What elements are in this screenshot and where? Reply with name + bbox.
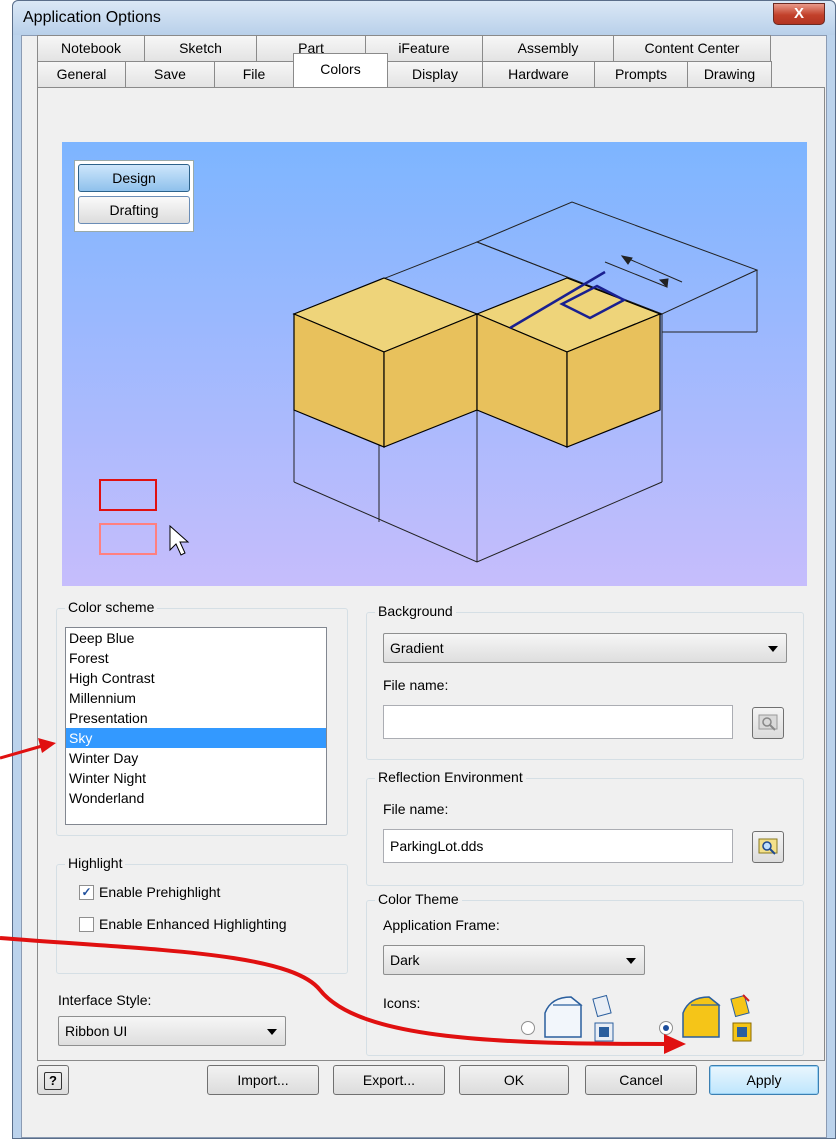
tab-row-1: Notebook Sketch Part iFeature Assembly C… (37, 35, 771, 61)
tab-file[interactable]: File (214, 61, 294, 87)
preview-model-graphic (99, 201, 759, 563)
color-icon-set-icon (682, 994, 752, 1042)
tab-sketch[interactable]: Sketch (144, 35, 257, 61)
close-button[interactable]: X (773, 3, 825, 25)
title-bar[interactable]: Application Options X (13, 1, 835, 35)
chevron-down-icon (768, 646, 778, 652)
icons-color-radio[interactable] (659, 1021, 673, 1035)
list-item[interactable]: Winter Day (66, 748, 326, 768)
tab-hardware[interactable]: Hardware (482, 61, 595, 87)
tab-colors[interactable]: Colors (293, 53, 388, 87)
prehighlight-checkbox[interactable]: ✓ (79, 885, 94, 900)
list-item[interactable]: Wonderland (66, 788, 326, 808)
list-item[interactable]: Forest (66, 648, 326, 668)
application-options-window: Application Options X Notebook Sketch Pa… (12, 0, 836, 1139)
list-item-selected[interactable]: Sky (66, 728, 326, 748)
import-button[interactable]: Import... (207, 1065, 319, 1095)
help-icon: ? (44, 1072, 62, 1090)
background-file-label: File name: (383, 677, 449, 693)
tab-row-2: General Save File Colors Display Hardwar… (37, 53, 772, 87)
list-item[interactable]: Millennium (66, 688, 326, 708)
color-scheme-group: Color scheme Deep Blue Forest High Contr… (56, 599, 348, 836)
tab-general[interactable]: General (37, 61, 126, 87)
color-theme-title: Color Theme (375, 891, 462, 907)
interface-style-dropdown[interactable]: Ribbon UI (58, 1016, 286, 1046)
mouse-cursor-icon (169, 524, 190, 556)
prehighlight-label: Enable Prehighlight (99, 884, 221, 900)
chevron-down-icon (267, 1029, 277, 1035)
reflection-browse-button[interactable] (752, 831, 784, 863)
list-item[interactable]: Presentation (66, 708, 326, 728)
interface-style-label: Interface Style: (58, 992, 152, 1008)
tab-notebook[interactable]: Notebook (37, 35, 145, 61)
tab-content-center[interactable]: Content Center (613, 35, 771, 61)
tab-prompts[interactable]: Prompts (594, 61, 688, 87)
color-scheme-title: Color scheme (65, 599, 158, 615)
colors-panel: Design Drafting Color scheme Deep Blue F… (37, 87, 825, 1061)
chevron-down-icon (626, 958, 636, 964)
reflection-environment-title: Reflection Environment (375, 769, 526, 785)
cancel-button[interactable]: Cancel (585, 1065, 697, 1095)
background-browse-button[interactable] (752, 707, 784, 739)
application-frame-value: Dark (390, 952, 420, 968)
background-value: Gradient (390, 640, 444, 656)
color-scheme-list[interactable]: Deep Blue Forest High Contrast Millenniu… (65, 627, 327, 825)
highlight-title: Highlight (65, 855, 126, 871)
tab-display[interactable]: Display (387, 61, 483, 87)
background-dropdown[interactable]: Gradient (383, 633, 787, 663)
icons-classic-radio[interactable] (521, 1021, 535, 1035)
color-preview: Design Drafting (62, 142, 807, 586)
color-theme-group: Color Theme Application Frame: Dark Icon… (366, 891, 804, 1056)
application-frame-dropdown[interactable]: Dark (383, 945, 645, 975)
list-item[interactable]: Winter Night (66, 768, 326, 788)
tab-assembly[interactable]: Assembly (482, 35, 614, 61)
background-group: Background Gradient File name: (366, 603, 804, 760)
reflection-environment-group: Reflection Environment File name: Parkin… (366, 769, 804, 886)
ok-button[interactable]: OK (459, 1065, 569, 1095)
background-file-input[interactable] (383, 705, 733, 739)
interface-style-value: Ribbon UI (65, 1023, 128, 1039)
help-button[interactable]: ? (37, 1065, 69, 1095)
export-button[interactable]: Export... (333, 1065, 445, 1095)
highlight-group: Highlight ✓ Enable Prehighlight Enable E… (56, 855, 348, 974)
enhanced-highlighting-label: Enable Enhanced Highlighting (99, 916, 287, 932)
list-item[interactable]: Deep Blue (66, 628, 326, 648)
tab-save[interactable]: Save (125, 61, 215, 87)
background-title: Background (375, 603, 456, 619)
list-item[interactable]: High Contrast (66, 668, 326, 688)
apply-button[interactable]: Apply (709, 1065, 819, 1095)
icons-label: Icons: (383, 995, 421, 1011)
tab-drawing[interactable]: Drawing (687, 61, 772, 87)
browse-icon (758, 714, 778, 731)
select-swatch (99, 523, 157, 555)
reflection-file-input[interactable]: ParkingLot.dds (383, 829, 733, 863)
window-title: Application Options (23, 9, 161, 26)
classic-icon-set-icon (544, 994, 614, 1042)
browse-icon (758, 838, 778, 855)
enhanced-highlighting-checkbox[interactable] (79, 917, 94, 932)
application-frame-label: Application Frame: (383, 917, 500, 933)
preselect-swatch (99, 479, 157, 511)
reflection-file-label: File name: (383, 801, 449, 817)
